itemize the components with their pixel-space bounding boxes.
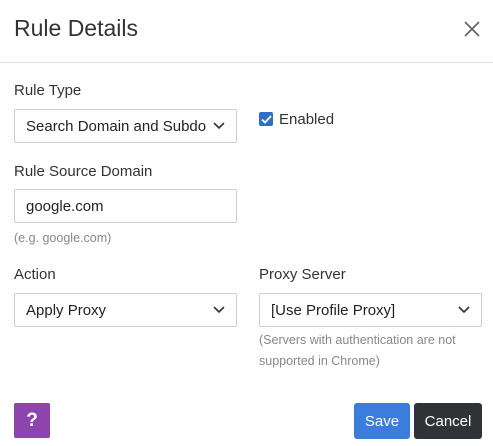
action-select[interactable]: Apply Proxy <box>14 293 237 327</box>
save-button[interactable]: Save <box>354 403 410 439</box>
dialog-title: Rule Details <box>14 15 138 41</box>
proxy-server-select[interactable]: [Use Profile Proxy] <box>259 293 482 327</box>
rule-details-dialog: Rule Details Rule Type Search Domain and… <box>0 0 493 446</box>
rule-source-domain-label: Rule Source Domain <box>14 163 153 180</box>
enabled-checkbox[interactable] <box>259 112 273 126</box>
checkmark-icon <box>260 114 272 124</box>
rule-type-select[interactable]: Search Domain and Subdomains <box>14 109 237 143</box>
help-button[interactable]: ? <box>14 403 50 438</box>
dialog-header: Rule Details <box>0 0 493 63</box>
proxy-server-label: Proxy Server <box>259 266 346 283</box>
chevron-down-icon <box>458 306 470 314</box>
action-label: Action <box>14 266 56 283</box>
chevron-down-icon <box>213 306 225 314</box>
rule-source-domain-input[interactable]: google.com <box>14 189 237 223</box>
rule-type-value: Search Domain and Subdomains <box>26 117 207 135</box>
rule-source-domain-hint: (e.g. google.com) <box>14 231 112 245</box>
rule-type-label: Rule Type <box>14 82 82 99</box>
close-icon[interactable] <box>461 18 483 40</box>
action-value: Apply Proxy <box>26 301 107 319</box>
chevron-down-icon <box>213 122 225 130</box>
cancel-button[interactable]: Cancel <box>414 403 482 439</box>
rule-source-domain-value: google.com <box>26 197 104 215</box>
proxy-server-value: [Use Profile Proxy] <box>271 301 396 319</box>
proxy-server-hint-line2: supported in Chrome) <box>259 354 380 368</box>
proxy-server-hint: (Servers with authentication are not sup… <box>259 330 456 372</box>
proxy-server-hint-line1: (Servers with authentication are not <box>259 333 456 347</box>
enabled-label[interactable]: Enabled <box>279 111 334 128</box>
